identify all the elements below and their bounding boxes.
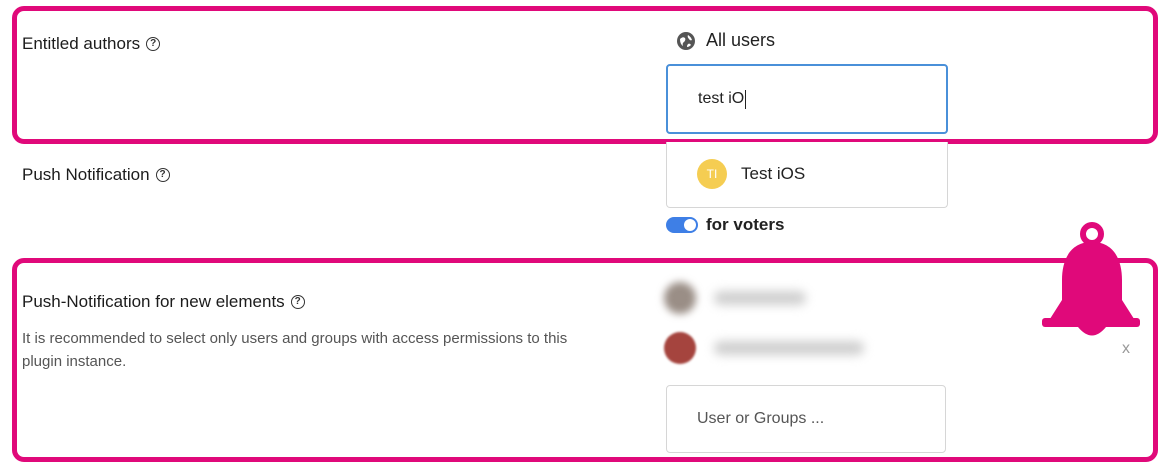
avatar: TI	[697, 159, 727, 189]
remove-user-button[interactable]: x	[1122, 340, 1130, 358]
push-new-elements-label: Push-Notification for new elements ?	[22, 292, 305, 312]
help-circle-icon[interactable]: ?	[146, 37, 161, 51]
entitled-authors-label: Entitled authors ?	[22, 34, 161, 54]
push-new-elements-description: It is recommended to select only users a…	[22, 330, 568, 370]
entitled-authors-search-input[interactable]: test iO	[666, 64, 948, 134]
selected-user-2[interactable]	[664, 332, 864, 364]
blurred-user-name	[714, 341, 864, 355]
selected-user-1[interactable]	[664, 282, 806, 314]
user-or-groups-input[interactable]: User or Groups ...	[666, 385, 946, 453]
help-circle-icon[interactable]: ?	[155, 168, 170, 182]
avatar	[664, 332, 696, 364]
for-voters-toggle-row[interactable]: for voters	[666, 215, 784, 235]
blurred-user-name	[714, 291, 806, 305]
suggestion-test-ios[interactable]: TI Test iOS	[667, 142, 947, 206]
help-circle-icon[interactable]: ?	[290, 295, 305, 309]
all-users-row[interactable]: All users	[676, 30, 775, 51]
all-users-label: All users	[706, 30, 776, 50]
globe-icon	[677, 31, 695, 50]
highlight-box-entitled-authors	[12, 6, 1158, 144]
bell-icon	[1042, 222, 1140, 336]
author-suggestions-dropdown: TI Test iOS	[666, 142, 948, 208]
push-notification-label: Push Notification ?	[22, 165, 170, 185]
text-caret	[745, 89, 747, 109]
avatar	[664, 282, 696, 314]
for-voters-toggle[interactable]	[666, 217, 698, 233]
